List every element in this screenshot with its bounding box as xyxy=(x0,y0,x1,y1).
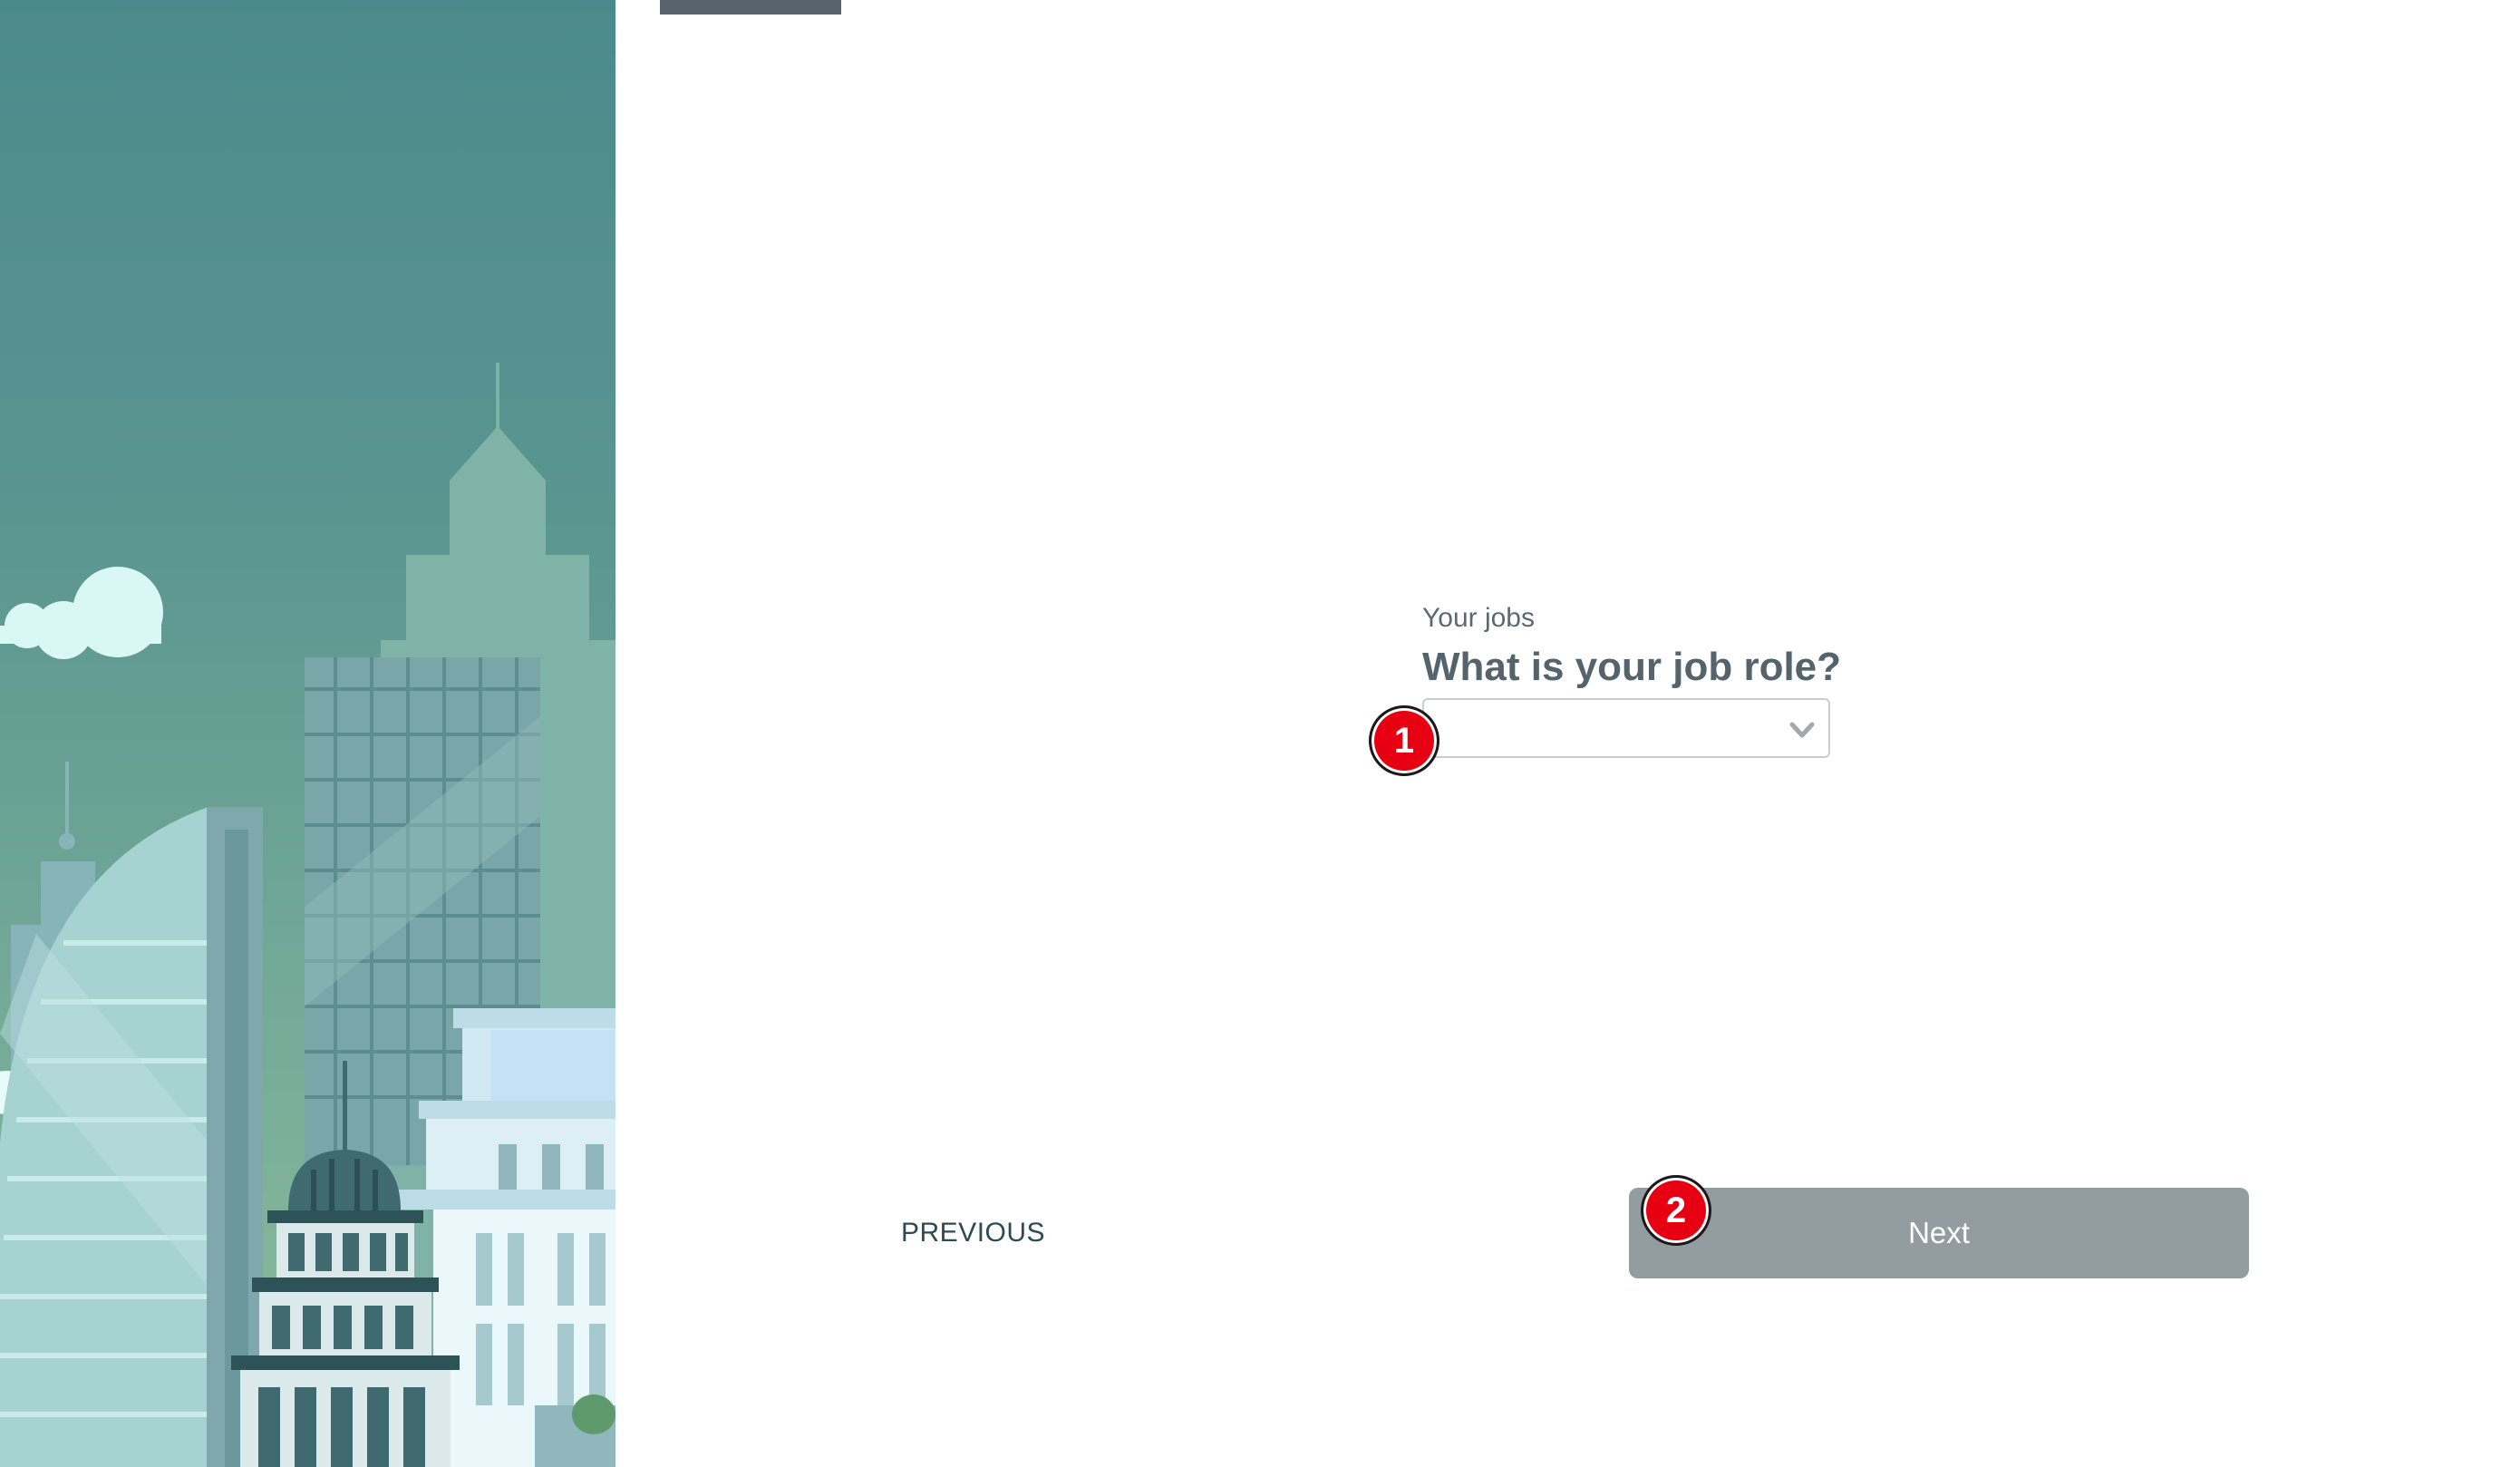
page: Your jobs What is your job role? 1 PREVI… xyxy=(0,0,2520,1467)
question-title: What is your job role? xyxy=(1422,645,1842,689)
chevron-down-icon xyxy=(1789,722,1815,738)
job-role-select[interactable] xyxy=(1422,698,1830,758)
previous-button[interactable]: PREVIOUS xyxy=(901,1215,1045,1251)
next-button[interactable]: Next xyxy=(1629,1188,2249,1278)
progress-bar xyxy=(660,0,2473,15)
step-badge-2: 2 xyxy=(1641,1175,1711,1246)
question-block: Your jobs What is your job role? xyxy=(1422,598,1842,758)
step-badge-1: 1 xyxy=(1369,705,1439,776)
cloud-shape xyxy=(0,567,163,659)
section-label: Your jobs xyxy=(1422,603,1535,633)
city-illustration xyxy=(0,0,615,1467)
city-skyline-illustration xyxy=(0,363,615,1467)
progress-bar-fill xyxy=(660,0,841,15)
